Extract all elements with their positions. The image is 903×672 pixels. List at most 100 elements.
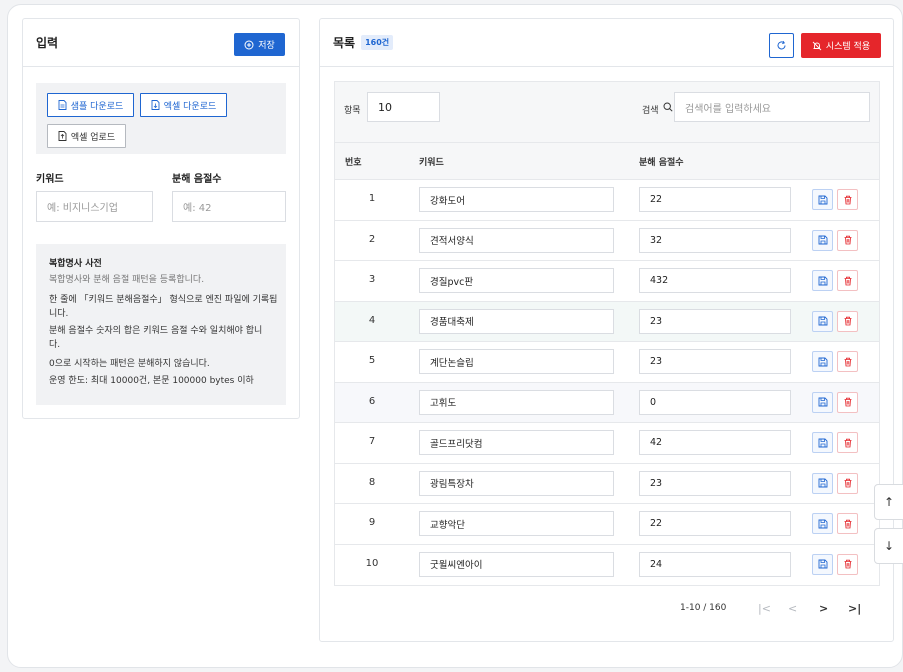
- row-save-button[interactable]: [812, 553, 833, 575]
- row-syllables-input[interactable]: 24: [639, 551, 791, 577]
- dictionary-subtitle: 복합명사와 분해 음절 패턴을 등록합니다.: [49, 275, 205, 285]
- dictionary-line: 한 줄에 「키워드 분해음절수」 형식으로 엔진 파일에 기록됩: [49, 295, 278, 305]
- row-syllables-input[interactable]: 22: [639, 511, 791, 536]
- list-panel-title: 목록: [333, 36, 356, 50]
- items-per-page-input[interactable]: 10: [367, 92, 440, 122]
- trash-icon: [844, 478, 851, 488]
- first-page-button[interactable]: |<: [758, 602, 771, 615]
- row-syllables-input[interactable]: 0: [639, 389, 791, 415]
- table-row: 3 경질pvc판 432: [335, 260, 879, 301]
- row-delete-button[interactable]: [837, 432, 858, 453]
- row-keyword-input[interactable]: 강화도어: [419, 187, 614, 212]
- excel-upload-button[interactable]: 엑셀 업로드: [47, 124, 126, 148]
- row-save-button[interactable]: [812, 270, 833, 291]
- trash-icon: [844, 235, 851, 245]
- column-header-keyword: 키워드: [419, 158, 444, 168]
- search-icon: [663, 102, 673, 112]
- last-page-button[interactable]: >|: [848, 602, 861, 615]
- system-apply-label: 시스템 적용: [825, 42, 871, 52]
- row-delete-button[interactable]: [837, 189, 858, 210]
- row-keyword-input[interactable]: 견적서양식: [419, 227, 614, 253]
- row-syllables-input[interactable]: 23: [639, 470, 791, 496]
- syllable-input[interactable]: 예: 42: [172, 191, 286, 222]
- trash-icon: [844, 316, 851, 326]
- next-page-button[interactable]: >: [819, 602, 828, 615]
- dictionary-line: 운영 한도: 최대 10000건, 본문 100000 bytes 이하: [49, 376, 254, 386]
- trash-icon: [844, 397, 851, 407]
- row-save-button[interactable]: [812, 513, 833, 534]
- row-keyword-input[interactable]: 계단논슬립: [419, 349, 614, 374]
- row-delete-button[interactable]: [837, 310, 858, 332]
- row-number: 3: [368, 274, 376, 285]
- row-syllables-input[interactable]: 23: [639, 308, 791, 334]
- dictionary-title: 복합명사 사전: [49, 259, 102, 269]
- trash-icon: [844, 357, 851, 366]
- refresh-button[interactable]: [769, 33, 794, 58]
- excel-download-button[interactable]: 엑셀 다운로드: [140, 93, 227, 117]
- input-panel-title: 입력: [36, 36, 59, 50]
- row-delete-button[interactable]: [837, 391, 858, 413]
- table-header: 번호 키워드 분해 음절수: [335, 143, 879, 179]
- row-keyword-input[interactable]: 골드프리닷컴: [419, 430, 614, 455]
- row-keyword-input[interactable]: 경품대축제: [419, 308, 614, 334]
- row-number: 5: [368, 355, 376, 366]
- row-save-button[interactable]: [812, 432, 833, 453]
- no-bell-icon: [812, 41, 822, 50]
- keyword-table: 번호 키워드 분해 음절수 1 강화도어 22 2 견적서양식 32 3 경질pvc판 432 4…: [334, 143, 880, 586]
- search-input[interactable]: 검색어를 입력하세요: [674, 92, 870, 122]
- table-row: 4 경품대축제 23: [335, 300, 879, 341]
- scroll-down-button[interactable]: ↓: [874, 528, 903, 564]
- arrow-up-icon: ↑: [883, 495, 895, 509]
- save-icon: [818, 478, 827, 488]
- row-delete-button[interactable]: [837, 351, 858, 372]
- row-delete-button[interactable]: [837, 229, 858, 251]
- sample-download-button[interactable]: 샘플 다운로드: [47, 93, 134, 117]
- row-keyword-input[interactable]: 교향악단: [419, 511, 614, 536]
- row-save-button[interactable]: [812, 229, 833, 251]
- trash-icon: [844, 438, 851, 447]
- list-panel: 목록 160건 시스템 적용 항목 10 검색 검색어를 입력하세요 번호 키워…: [319, 18, 894, 642]
- row-save-button[interactable]: [812, 310, 833, 332]
- save-button[interactable]: 저장: [234, 33, 285, 56]
- row-syllables-input[interactable]: 22: [639, 187, 791, 212]
- row-syllables-input[interactable]: 42: [639, 430, 791, 455]
- sample-download-label: 샘플 다운로드: [70, 101, 124, 112]
- refresh-icon: [777, 40, 786, 50]
- row-number: 9: [368, 517, 376, 528]
- row-syllables-input[interactable]: 32: [639, 227, 791, 253]
- row-number: 8: [368, 476, 376, 488]
- prev-page-button[interactable]: <: [788, 602, 797, 615]
- save-button-label: 저장: [258, 41, 275, 51]
- column-header-syllables: 분해 음절수: [639, 158, 684, 168]
- table-row: 7 골드프리닷컴 42: [335, 422, 879, 463]
- row-keyword-input[interactable]: 고휘도: [419, 389, 614, 415]
- save-icon: [818, 559, 827, 569]
- keyword-input[interactable]: 예: 비지니스기업: [36, 191, 153, 222]
- count-badge: 160건: [361, 35, 394, 50]
- keyword-label: 키워드: [36, 174, 64, 185]
- scroll-up-button[interactable]: ↑: [874, 484, 903, 520]
- excel-download-label: 엑셀 다운로드: [163, 101, 217, 112]
- row-delete-button[interactable]: [837, 513, 858, 534]
- dictionary-line: 다.: [49, 340, 61, 350]
- row-keyword-input[interactable]: 광림특장차: [419, 470, 614, 496]
- trash-icon: [844, 519, 851, 528]
- syllable-label: 분해 음절수: [172, 174, 222, 185]
- row-syllables-input[interactable]: 23: [639, 349, 791, 374]
- row-syllables-input[interactable]: 432: [639, 268, 791, 293]
- row-keyword-input[interactable]: 굿윌씨엔아이: [419, 551, 614, 577]
- row-save-button[interactable]: [812, 189, 833, 210]
- row-number: 10: [365, 557, 379, 569]
- dictionary-line: 0으로 시작하는 패턴은 분해하지 않습니다.: [49, 359, 210, 369]
- row-save-button[interactable]: [812, 351, 833, 372]
- save-icon: [818, 276, 827, 285]
- row-keyword-input[interactable]: 경질pvc판: [419, 268, 614, 293]
- row-delete-button[interactable]: [837, 472, 858, 494]
- row-save-button[interactable]: [812, 391, 833, 413]
- row-number: 6: [368, 395, 376, 407]
- row-number: 1: [368, 193, 376, 204]
- row-delete-button[interactable]: [837, 270, 858, 291]
- row-delete-button[interactable]: [837, 553, 858, 575]
- system-apply-button[interactable]: 시스템 적용: [801, 33, 881, 58]
- row-save-button[interactable]: [812, 472, 833, 494]
